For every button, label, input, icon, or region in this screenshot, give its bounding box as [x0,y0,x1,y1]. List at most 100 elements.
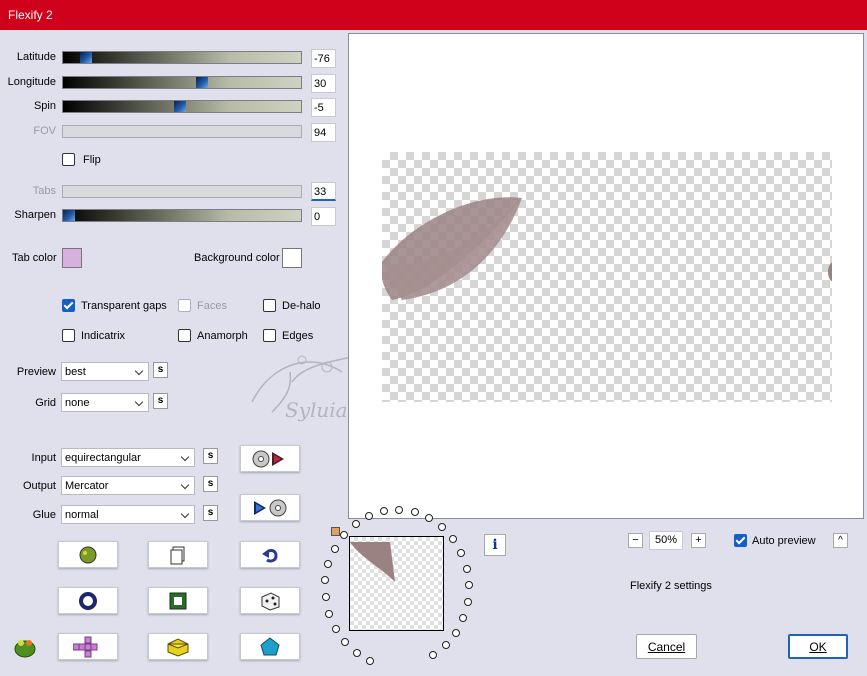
square-frame-button[interactable] [148,587,208,614]
anamorph-label: Anamorph [197,330,248,342]
grid-select-label: Grid [35,397,56,409]
spin-slider[interactable] [62,100,302,113]
yellow-block-icon [167,637,189,657]
input-projection-value: equirectangular [65,452,141,464]
cancel-label: Cancel [647,640,686,654]
settings-caption: Flexify 2 settings [630,580,712,592]
input-select-label: Input [31,452,56,464]
output-save-button[interactable]: s [203,476,218,492]
copy-pages-icon [170,546,185,564]
collapse-toggle-button[interactable]: ^ [833,533,848,548]
ok-button[interactable]: OK [788,634,848,659]
navigator-thumbnail[interactable] [349,536,444,631]
zoom-level[interactable]: 50% [649,531,683,550]
grid-save-button[interactable]: s [153,393,168,409]
latitude-label: Latitude [16,51,56,63]
longitude-value[interactable]: 30 [311,74,336,93]
zoom-out-button[interactable]: − [628,533,643,548]
cube-button[interactable] [148,633,208,660]
orbit-dot[interactable] [463,598,472,607]
sharpen-value[interactable]: 0 [311,207,336,226]
longitude-label: Longitude [7,76,56,88]
longitude-slider[interactable] [62,76,302,89]
polyhedron-button[interactable] [240,633,300,660]
frog-globe-icon [79,546,97,563]
undo-button[interactable] [240,541,300,568]
indicatrix-checkbox[interactable] [62,329,75,342]
copy-button[interactable] [148,541,208,568]
cross-net-button[interactable] [58,633,118,660]
orbit-dot[interactable] [410,508,419,517]
glue-select[interactable]: normal [61,505,195,524]
indicatrix-label: Indicatrix [81,330,126,342]
fov-value: 94 [311,123,336,142]
preview-transparency [382,152,832,402]
randomize-button[interactable] [58,541,118,568]
preview-canvas[interactable] [348,33,864,519]
longitude-slider-thumb[interactable] [196,77,208,88]
auto-preview-checkbox[interactable] [734,534,747,547]
orbit-dot[interactable] [449,535,458,543]
preview-quality-select[interactable]: best [61,362,149,381]
orbit-dot[interactable] [451,628,460,637]
save-preset-button[interactable] [240,494,300,521]
latitude-slider[interactable] [62,51,302,64]
tabs-value[interactable]: 33 [311,182,336,201]
input-projection-select[interactable]: equirectangular [61,448,195,467]
spin-value[interactable]: -5 [311,98,336,117]
flip-checkbox[interactable] [62,153,75,166]
polyhedron-icon [260,636,280,655]
orbit-dot[interactable] [331,624,340,633]
background-color-swatch[interactable] [282,248,302,268]
background-color-label: Background color [194,252,280,264]
latitude-value[interactable]: -76 [311,49,336,68]
tabs-slider [62,185,302,198]
de-halo-checkbox[interactable] [263,299,276,312]
edges-checkbox[interactable] [263,329,276,342]
orbit-dot[interactable] [340,637,349,646]
transparent-gaps-checkbox[interactable] [62,299,75,312]
preview-save-button[interactable]: s [153,362,168,378]
sharpen-slider-thumb[interactable] [63,210,75,221]
random-dice-button[interactable] [240,587,300,614]
zoom-in-button[interactable]: + [691,533,706,548]
output-select-label: Output [22,480,56,492]
spin-slider-thumb[interactable] [174,101,186,112]
square-frame-icon [169,592,187,609]
ring-shape-button[interactable] [58,587,118,614]
grid-value: none [65,397,90,409]
orbit-dot[interactable] [462,564,471,573]
orbit-dot[interactable] [351,520,360,529]
title-bar: Flexify 2 [0,0,867,30]
cancel-button[interactable]: Cancel [636,634,697,659]
sharpen-slider[interactable] [62,209,302,222]
load-preset-button[interactable] [240,445,300,472]
flip-label: Flip [83,154,101,166]
orbit-dot[interactable] [352,648,361,657]
chevron-down-icon [180,509,190,519]
output-projection-select[interactable]: Mercator [61,476,195,495]
faces-label: Faces [197,300,227,312]
preview-quality-value: best [65,366,86,378]
orbit-handle-icon[interactable] [331,527,340,536]
grid-select[interactable]: none [61,393,149,412]
output-projection-value: Mercator [65,480,109,492]
orbit-dot[interactable] [321,593,330,602]
tab-color-swatch[interactable] [62,248,82,268]
input-save-button[interactable]: s [203,448,218,464]
preview-select-label: Preview [16,366,56,378]
dice-icon [261,591,280,611]
edges-label: Edges [282,330,314,342]
chevron-down-icon [134,366,144,376]
anamorph-checkbox[interactable] [178,329,191,342]
sharpen-label: Sharpen [14,209,56,221]
info-button[interactable]: i [484,534,506,556]
glue-save-button[interactable]: s [203,505,218,521]
ok-label: OK [809,640,827,654]
cube-cross-net-icon [73,636,98,657]
info-icon: i [492,537,498,553]
undo-arrow-icon [262,548,278,562]
latitude-slider-thumb[interactable] [80,52,92,63]
orbit-dot[interactable] [324,609,333,618]
orbit-dot[interactable] [330,544,339,553]
